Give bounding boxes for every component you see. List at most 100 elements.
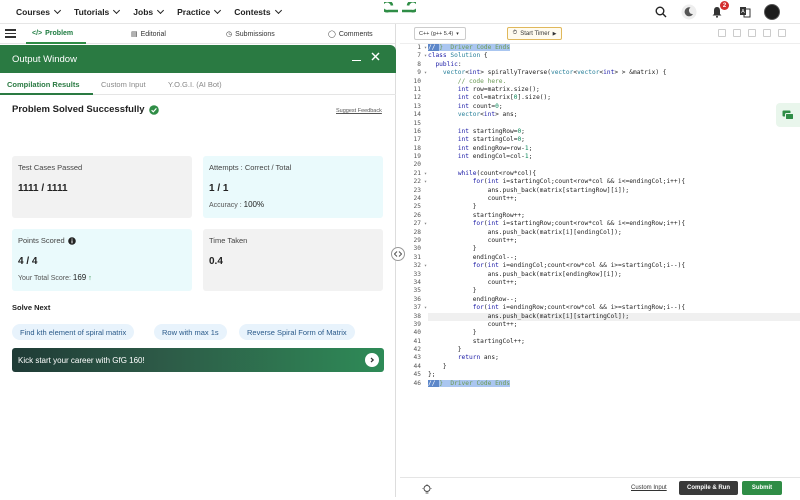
nav-jobs[interactable]: Jobs xyxy=(133,6,165,17)
custom-input-link[interactable]: Custom Input xyxy=(631,485,667,491)
compile-run-button[interactable]: Compile & Run xyxy=(679,481,738,495)
solve-next-heading: Solve Next xyxy=(12,303,51,312)
lightbulb-icon[interactable] xyxy=(422,482,432,500)
start-timer-button[interactable]: ⏱ Start Timer ▶ xyxy=(507,27,562,40)
info-icon[interactable] xyxy=(67,236,76,245)
pane-resize-handle[interactable] xyxy=(391,247,405,261)
code-line: ans.push_back(matrix[startingRow][i]); xyxy=(428,186,630,194)
chevron-down-icon xyxy=(53,6,62,14)
chip-reverse-spiral[interactable]: Reverse Spiral Form of Matrix xyxy=(239,324,355,340)
line-number: 42 xyxy=(413,346,421,354)
check-circle-icon xyxy=(148,104,159,115)
code-line: // } Driver Code Ends xyxy=(428,379,510,387)
gfg160-banner[interactable]: Kick start your career with GfG 160! xyxy=(12,348,384,372)
code-lines: // } Driver Code Ends class Solution { pu… xyxy=(428,44,800,388)
line-number: 43 xyxy=(413,354,421,362)
chip-kth-element-spiral[interactable]: Find kth element of spiral matrix xyxy=(12,324,135,340)
tab-compilation-results[interactable]: Compilation Results xyxy=(7,80,80,89)
line-number: 44 xyxy=(413,362,421,370)
tab-submissions-label: Submissions xyxy=(235,30,275,38)
code-line: int startingCol=0; xyxy=(457,136,525,144)
suggest-feedback-link[interactable]: Suggest Feedback xyxy=(336,108,382,114)
translate-icon[interactable]: A xyxy=(736,3,754,21)
code-line: startingCol++; xyxy=(428,337,525,345)
submit-button[interactable]: Submit xyxy=(742,481,782,495)
tab-submissions[interactable]: ◷ Submissions xyxy=(226,30,275,39)
chip-row-max-1s[interactable]: Row with max 1s xyxy=(154,324,227,340)
tab-problem-label: Problem xyxy=(45,30,74,37)
code-line: return ans; xyxy=(457,354,499,362)
nav-contests-label: Contests xyxy=(234,6,271,17)
tab-editorial[interactable]: ▤ Editorial xyxy=(131,30,166,39)
settings-icon[interactable] xyxy=(748,29,756,37)
dark-mode-icon[interactable] xyxy=(680,3,698,21)
points-label-row: Points Scored xyxy=(18,236,186,245)
editor-action-icons xyxy=(718,29,786,37)
code-line: count++; xyxy=(428,320,518,328)
line-number: 22 ▾ xyxy=(413,178,427,186)
code-line: for(int i=startingCol;count<row*col && i… xyxy=(472,178,686,186)
code-line: for(int i=startingRow;count<row*col && i… xyxy=(472,220,686,228)
code-line: int startingRow=0; xyxy=(457,127,525,135)
test-cases-label: Test Cases Passed xyxy=(18,163,83,172)
line-number: 41 xyxy=(413,337,421,345)
points-value: 4 / 4 xyxy=(18,256,38,267)
tab-comments-label: Comments xyxy=(338,30,373,38)
code-line: int row=matrix.size(); xyxy=(457,85,540,93)
test-cases-card: Test Cases Passed 1111 / 1111 xyxy=(12,156,192,218)
code-line: int count=0; xyxy=(457,102,503,110)
line-number: 27 ▾ xyxy=(413,220,427,228)
code-line: int endingCol=col-1; xyxy=(457,153,533,161)
start-timer-label: Start Timer xyxy=(520,30,550,37)
book-icon: ▤ xyxy=(131,31,138,38)
tab-problem[interactable]: </> Problem xyxy=(32,30,73,37)
code-icon: </> xyxy=(32,30,43,37)
nav-practice[interactable]: Practice xyxy=(177,6,222,17)
svg-text:A: A xyxy=(741,9,745,15)
chevron-down-icon xyxy=(157,6,165,14)
line-number: 10 xyxy=(413,77,421,85)
line-number: 40 xyxy=(413,329,421,337)
fullscreen-icon[interactable] xyxy=(778,29,786,37)
close-icon[interactable] xyxy=(371,52,380,64)
tab-comments[interactable]: ◯ Comments xyxy=(328,30,373,39)
tab-yogi-ai-bot[interactable]: Y.O.G.I. (AI Bot) xyxy=(168,80,222,89)
editor-bottom-bar: Custom Input Compile & Run Submit xyxy=(400,477,800,497)
notification-badge: 2 xyxy=(720,1,729,10)
hamburger-menu-icon[interactable] xyxy=(0,24,26,44)
tab-custom-input[interactable]: Custom Input xyxy=(101,80,146,89)
reset-icon[interactable] xyxy=(763,29,771,37)
minimize-icon[interactable] xyxy=(352,59,361,62)
line-number: 20 xyxy=(413,161,421,169)
line-number: 25 xyxy=(413,203,421,211)
code-line: } xyxy=(428,203,477,211)
total-score-label: Your Total Score: xyxy=(18,275,71,282)
line-number: 28 xyxy=(413,228,421,236)
chat-assistant-button[interactable] xyxy=(776,103,800,127)
save-icon[interactable] xyxy=(733,29,741,37)
line-number: 15 xyxy=(413,119,421,127)
line-number: 21 ▾ xyxy=(413,169,427,177)
points-card: Points Scored 4 / 4 Your Total Score: 16… xyxy=(12,229,192,291)
bell-icon[interactable]: 2 xyxy=(708,1,729,21)
nav-contests[interactable]: Contests xyxy=(234,6,282,17)
attempts-label: Attempts : Correct / Total xyxy=(209,163,292,172)
active-subtab-indicator xyxy=(0,93,93,95)
code-editor[interactable]: 1 ▾ 7 ▾ 8 9 ▾ 10 11 12 13 14 15 16 17 18 19 20 21 ▾ 22 ▾ 23 24 2… xyxy=(400,44,800,481)
avatar[interactable] xyxy=(764,4,780,20)
gfg-logo[interactable] xyxy=(380,0,420,25)
language-select[interactable]: C++ (g++ 5.4) ▾ xyxy=(414,27,466,40)
editor-toolbar: C++ (g++ 5.4) ▾ ⏱ Start Timer ▶ xyxy=(400,24,800,44)
copy-icon[interactable] xyxy=(718,29,726,37)
code-line: endingCol--; xyxy=(428,253,518,261)
nav-tutorials[interactable]: Tutorials xyxy=(74,6,121,17)
search-icon[interactable] xyxy=(652,3,670,21)
editor-pane: C++ (g++ 5.4) ▾ ⏱ Start Timer ▶ 1 ▾ 7 ▾ 8 9 ▾ 1… xyxy=(400,24,800,497)
code-line: // } Driver Code Ends xyxy=(428,44,510,51)
banner-text: Kick start your career with GfG 160! xyxy=(18,355,145,365)
attempts-value: 1 / 1 xyxy=(209,183,229,194)
arrow-up-icon: ↑ xyxy=(88,275,92,282)
nav-courses[interactable]: Courses xyxy=(16,6,62,17)
output-window-header: Output Window xyxy=(0,45,396,73)
